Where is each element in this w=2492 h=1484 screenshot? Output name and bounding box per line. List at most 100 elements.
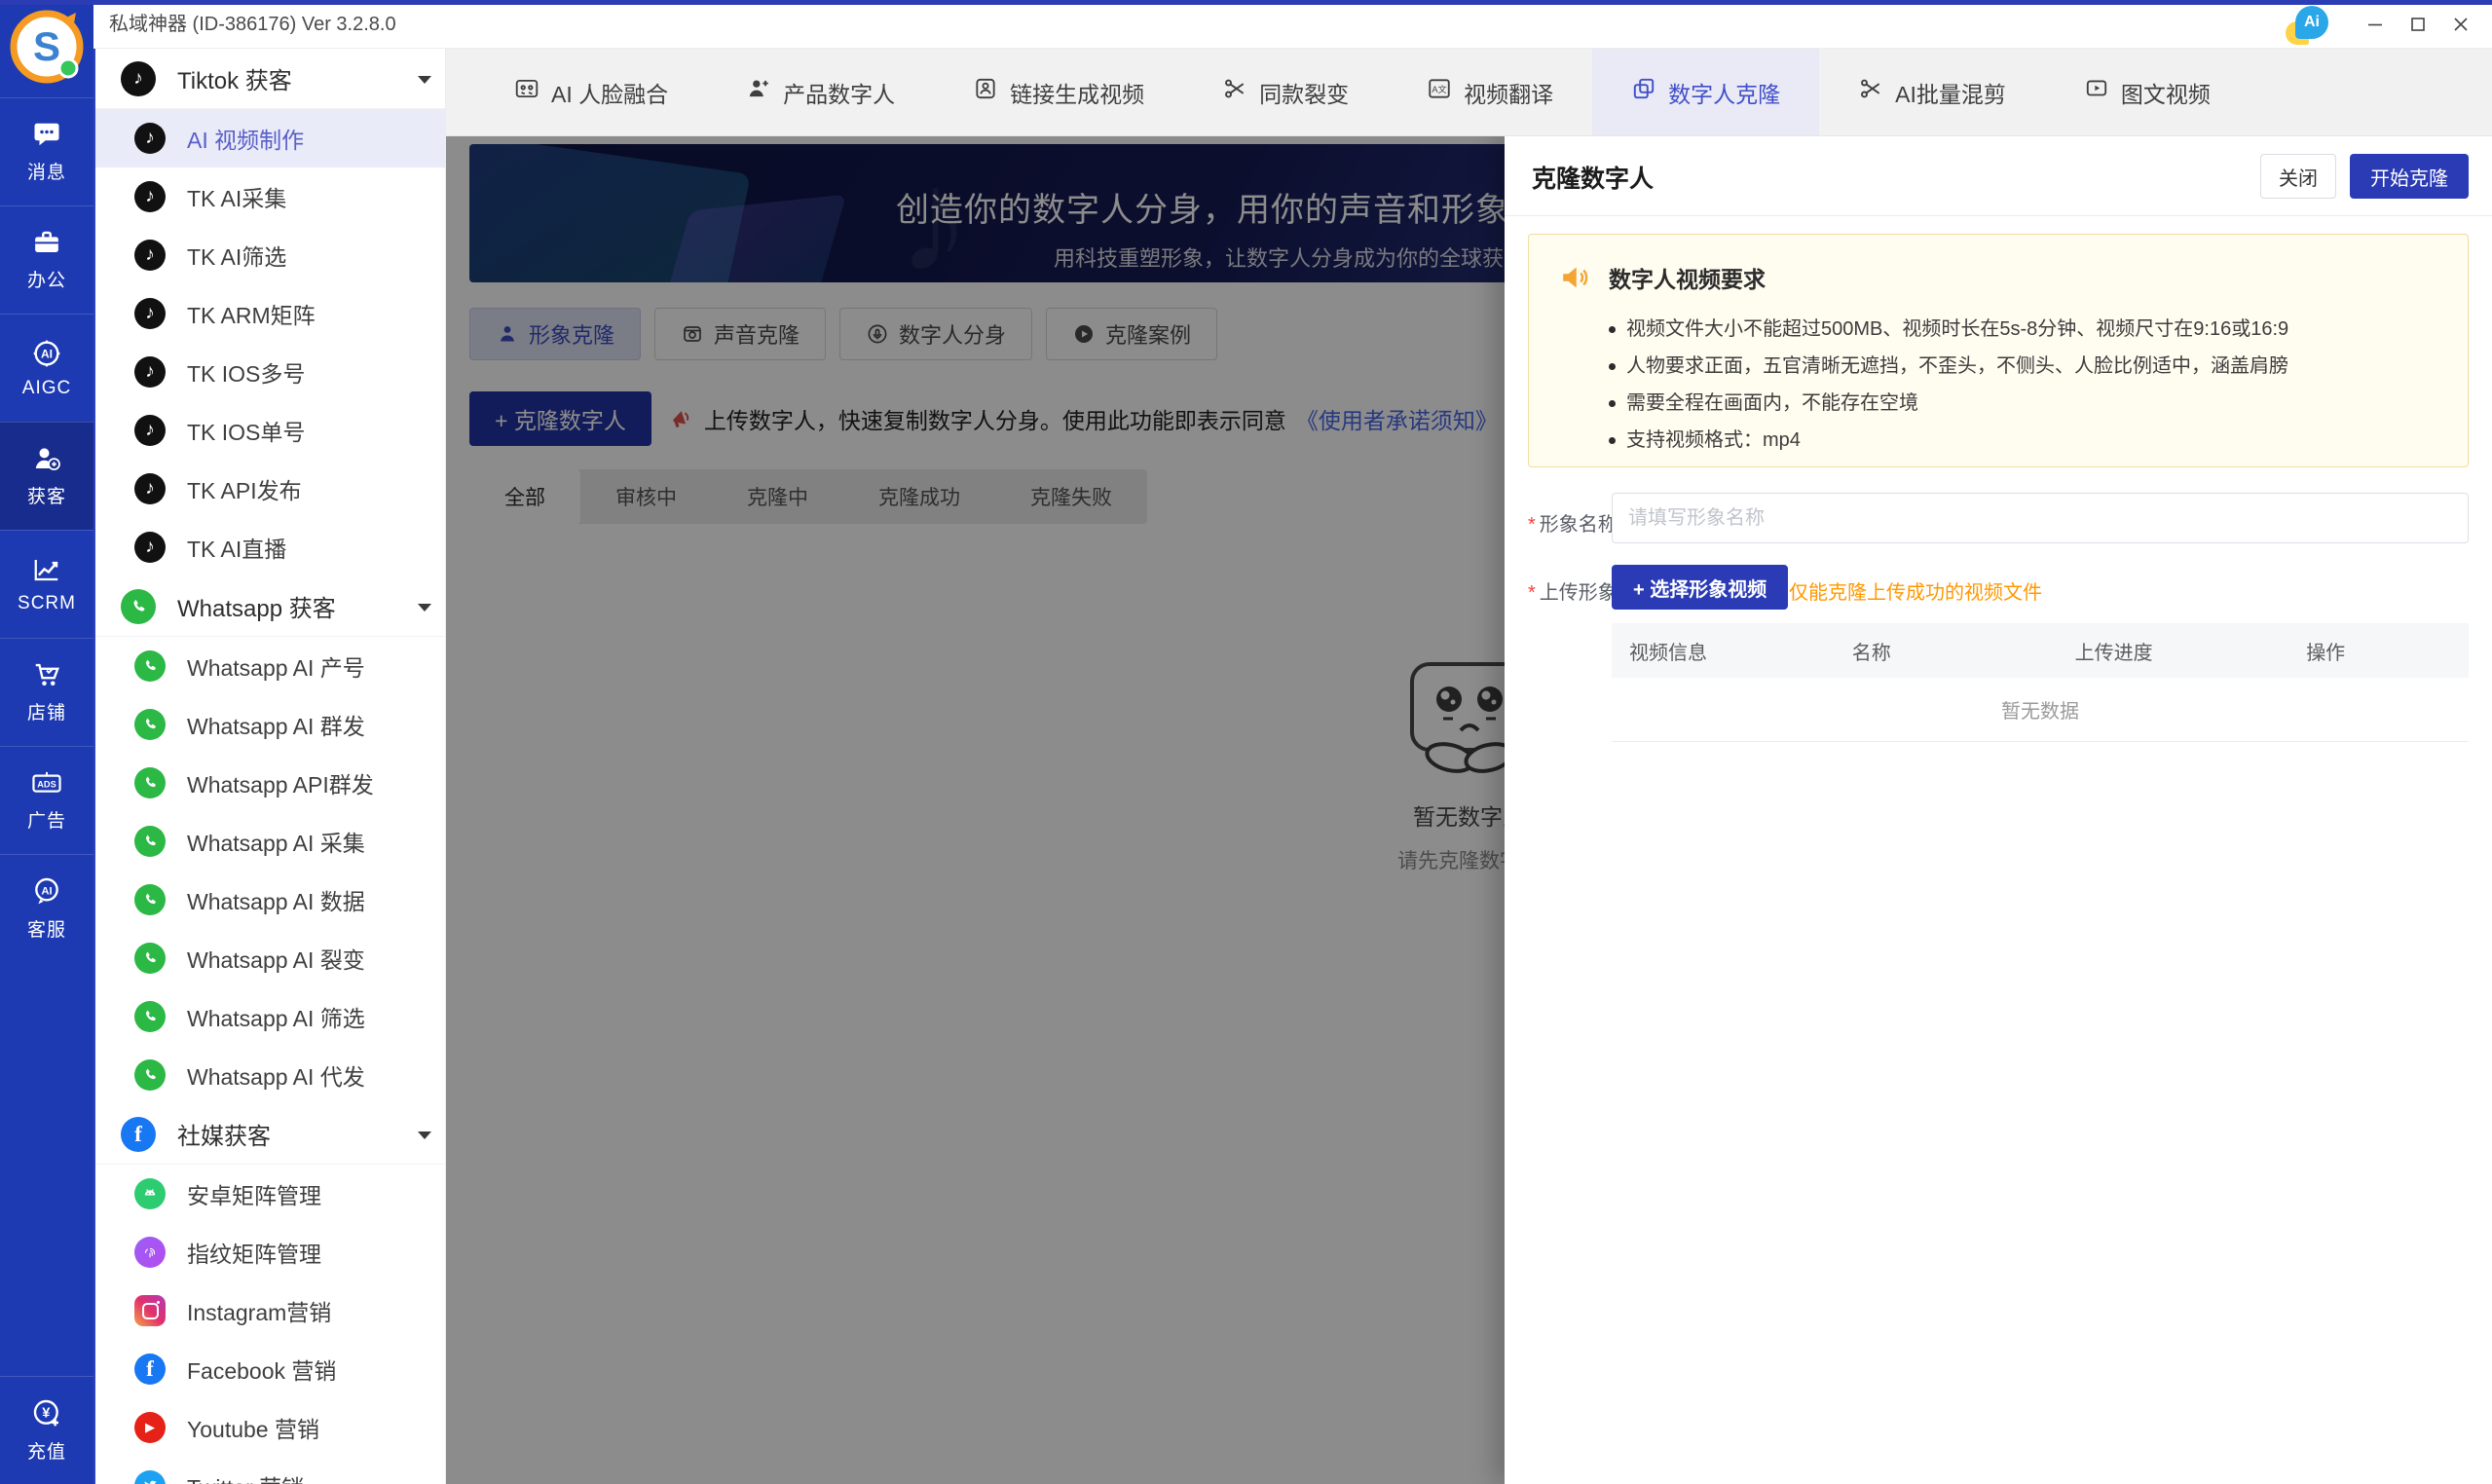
rail-item-scrm[interactable]: SCRM: [0, 530, 93, 638]
sidebar-item-tk-filter[interactable]: ♪ TK AI筛选: [95, 226, 445, 284]
table-header-row: 视频信息 名称 上传进度 操作: [1612, 623, 2469, 678]
tab-label: 产品数字人: [783, 76, 895, 109]
clone-copy-icon: [1631, 76, 1656, 101]
tab-link-video[interactable]: 链接生成视频: [934, 49, 1183, 135]
sidebar-item-label: Twitter 营销: [187, 1469, 304, 1484]
sidebar-item-label: TK AI直播: [187, 531, 286, 564]
sidebar-item-youtube[interactable]: ▶ Youtube 营销: [95, 1398, 445, 1457]
rail-item-acquisition[interactable]: 获客: [0, 422, 93, 530]
close-button[interactable]: [2439, 0, 2482, 49]
sidebar-item-label: TK AI采集: [187, 180, 286, 213]
upload-table: 视频信息 名称 上传进度 操作 暂无数据: [1612, 623, 2469, 742]
requirement-item: 人物要求正面，五官清晰无遮挡，不歪头，不侧头、人脸比例适中，涵盖肩膀: [1609, 348, 2438, 385]
rail-item-service[interactable]: AI 客服: [0, 854, 93, 962]
customer-service-icon: AI: [31, 875, 62, 907]
tab-avatar-clone[interactable]: 数字人克隆: [1592, 49, 1819, 135]
rail-item-label: 广告: [27, 806, 66, 833]
sidebar-item-wa-broadcast[interactable]: Whatsapp AI 群发: [95, 695, 445, 754]
sidebar-item-tk-live[interactable]: ♪ TK AI直播: [95, 518, 445, 576]
section-header-label: Whatsapp 获客: [177, 589, 336, 623]
fingerprint-icon: [134, 1237, 166, 1268]
requirements-title: 数字人视频要求: [1609, 261, 1766, 294]
sidebar-section-tiktok[interactable]: ♪ Tiktok 获客: [95, 49, 445, 109]
sidebar-item-label: TK IOS多号: [187, 355, 305, 389]
sidebar-item-label: Instagram营销: [187, 1294, 331, 1327]
rail-item-ads[interactable]: ADS 广告: [0, 746, 93, 854]
tab-product-avatar[interactable]: 产品数字人: [707, 49, 934, 135]
svg-text:S: S: [33, 23, 60, 69]
start-clone-button[interactable]: 开始克隆: [2350, 154, 2469, 199]
scissors-icon: [1858, 76, 1883, 101]
youtube-icon: ▶: [134, 1412, 166, 1443]
sidebar-section-whatsapp[interactable]: Whatsapp 获客: [95, 576, 445, 637]
tab-video-translate[interactable]: A文 视频翻译: [1388, 49, 1592, 135]
sidebar-item-tk-collect[interactable]: ♪ TK AI采集: [95, 167, 445, 226]
sidebar-item-label: AI 视频制作: [187, 122, 304, 155]
sidebar-item-fingerprint-matrix[interactable]: 指纹矩阵管理: [95, 1223, 445, 1281]
sidebar-item-android-matrix[interactable]: 安卓矩阵管理: [95, 1165, 445, 1223]
sidebar-item-label: TK ARM矩阵: [187, 297, 316, 330]
app-logo-icon: S: [10, 10, 84, 84]
requirement-item: 支持视频格式：mp4: [1609, 422, 2438, 459]
whatsapp-icon: [134, 826, 166, 857]
sidebar-item-tk-arm[interactable]: ♪ TK ARM矩阵: [95, 284, 445, 343]
sidebar-item-label: TK API发布: [187, 472, 302, 505]
ads-icon: ADS: [31, 768, 62, 798]
rail-item-aigc[interactable]: AI AIGC: [0, 314, 93, 422]
requirement-item: 视频文件大小不能超过500MB、视频时长在5s-8分钟、视频尺寸在9:16或16…: [1609, 311, 2438, 348]
sidebar-item-wa-api-broadcast[interactable]: Whatsapp API群发: [95, 754, 445, 812]
rail-item-messages[interactable]: 消息: [0, 97, 93, 205]
rail-item-label: 消息: [27, 158, 66, 184]
user-avatar[interactable]: Ai: [2291, 6, 2328, 43]
table-empty-text: 暂无数据: [1612, 678, 2469, 742]
tab-batch-mix[interactable]: AI批量混剪: [1819, 49, 2045, 135]
sidebar-item-wa-collect[interactable]: Whatsapp AI 采集: [95, 812, 445, 871]
sidebar-item-label: Whatsapp AI 采集: [187, 825, 365, 858]
rail-item-office[interactable]: 办公: [0, 205, 93, 314]
sidebar-item-facebook[interactable]: f Facebook 营销: [95, 1340, 445, 1398]
rail-item-recharge[interactable]: ¥ 充值: [0, 1376, 93, 1484]
sidebar-item-twitter[interactable]: Twitter 营销: [95, 1457, 445, 1484]
title-bar: 私域神器 (ID-386176) Ver 3.2.8.0 Ai: [93, 0, 2492, 49]
sidebar-item-tk-ios-single[interactable]: ♪ TK IOS单号: [95, 401, 445, 460]
whatsapp-icon: [134, 767, 166, 798]
tab-face-fusion[interactable]: AI 人脸融合: [475, 49, 707, 135]
sidebar-item-wa-filter[interactable]: Whatsapp AI 筛选: [95, 987, 445, 1046]
sidebar-section-social[interactable]: f 社媒获客: [95, 1104, 445, 1165]
speaker-icon: [1558, 260, 1593, 295]
required-asterisk: *: [1528, 582, 1536, 604]
scissors-icon: [1222, 76, 1247, 101]
rail-item-label: 办公: [27, 266, 66, 292]
upload-field-label: *上传形象: [1528, 576, 1618, 605]
sidebar-item-wa-fission[interactable]: Whatsapp AI 裂变: [95, 929, 445, 987]
whatsapp-icon: [121, 589, 156, 624]
sidebar-item-label: Youtube 营销: [187, 1411, 319, 1444]
sidebar-item-wa-account[interactable]: Whatsapp AI 产号: [95, 637, 445, 695]
rail-item-label: SCRM: [18, 593, 76, 614]
tiktok-icon: ♪: [134, 123, 166, 154]
minimize-button[interactable]: [2354, 0, 2397, 49]
tab-image-text-video[interactable]: 图文视频: [2045, 49, 2250, 135]
sidebar: ♪ Tiktok 获客 ♪ AI 视频制作 ♪ TK AI采集 ♪ TK AI筛…: [93, 49, 446, 1484]
sidebar-item-ai-video[interactable]: ♪ AI 视频制作: [95, 109, 445, 167]
choose-video-button[interactable]: + 选择形象视频: [1612, 565, 1788, 610]
rail-item-shop[interactable]: 店铺: [0, 638, 93, 746]
sidebar-item-instagram[interactable]: Instagram营销: [95, 1281, 445, 1340]
tab-same-style[interactable]: 同款裂变: [1183, 49, 1388, 135]
facebook-icon: f: [121, 1117, 156, 1152]
close-panel-button[interactable]: 关闭: [2260, 154, 2336, 199]
sidebar-item-tk-ios-multi[interactable]: ♪ TK IOS多号: [95, 343, 445, 401]
tiktok-icon: ♪: [134, 532, 166, 563]
sidebar-item-tk-api[interactable]: ♪ TK API发布: [95, 460, 445, 518]
sidebar-item-wa-send[interactable]: Whatsapp AI 代发: [95, 1046, 445, 1104]
avatar-name-input[interactable]: [1612, 493, 2469, 543]
maximize-button[interactable]: [2397, 0, 2439, 49]
tiktok-icon: ♪: [134, 181, 166, 212]
panel-title: 克隆数字人: [1532, 160, 1654, 195]
tiktok-icon: ♪: [134, 356, 166, 388]
sidebar-item-wa-data[interactable]: Whatsapp AI 数据: [95, 871, 445, 929]
rail-item-label: 客服: [27, 915, 66, 942]
tab-label: AI 人脸融合: [551, 76, 668, 109]
tab-label: 链接生成视频: [1010, 76, 1144, 109]
facebook-icon: f: [134, 1354, 166, 1385]
